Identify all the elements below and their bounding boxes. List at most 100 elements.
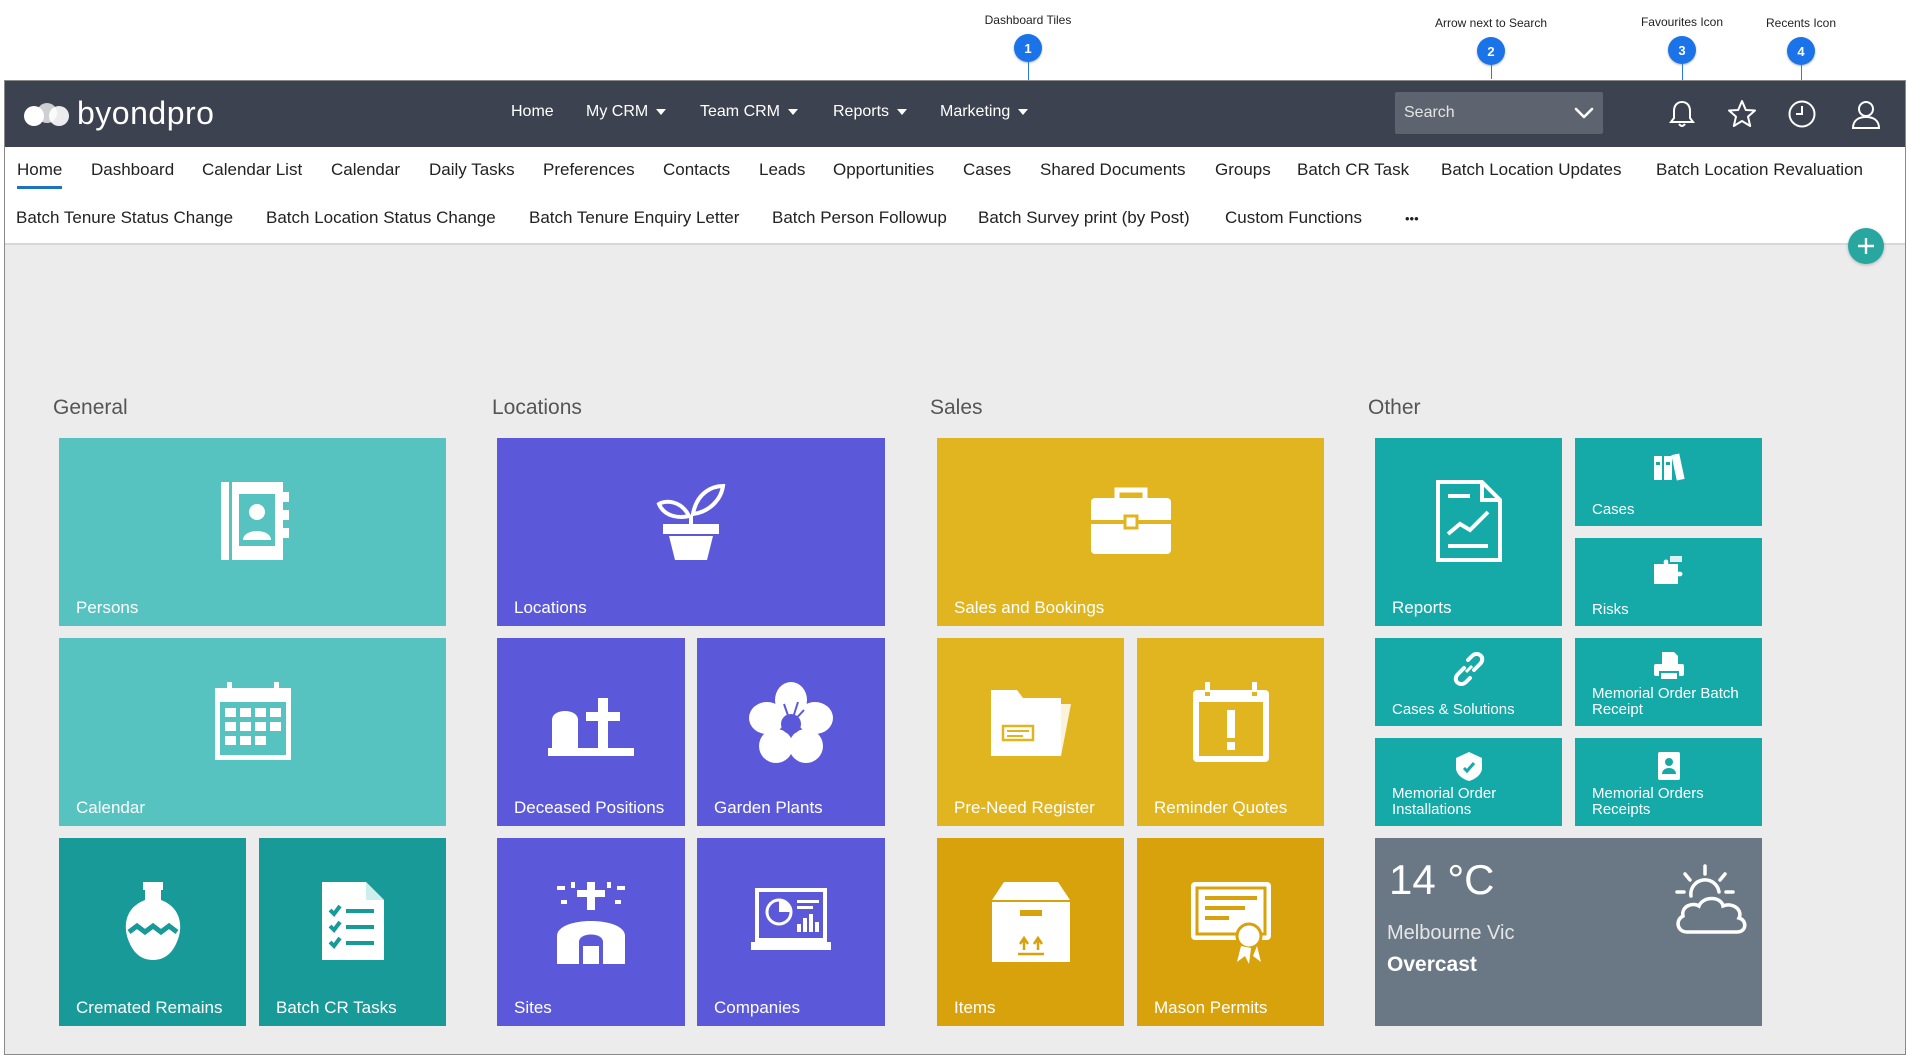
section-title-other: Other xyxy=(1368,396,1421,419)
tile-label: Memorial Order Installations xyxy=(1392,786,1496,818)
box-icon xyxy=(991,882,1070,962)
section-title-general: General xyxy=(53,396,128,419)
tile-memorial-order-installations[interactable]: Memorial Order Installations xyxy=(1375,738,1562,826)
callout-label-recents: Recents Icon xyxy=(1765,16,1837,30)
flower-icon xyxy=(749,682,833,763)
user-icon[interactable] xyxy=(1849,97,1883,131)
tab-batch-person-followup[interactable]: Batch Person Followup xyxy=(772,208,947,228)
callout-badge-4: 4 xyxy=(1787,37,1815,65)
tab-contacts[interactable]: Contacts xyxy=(663,160,730,180)
tile-label-line-2: Installations xyxy=(1392,801,1472,818)
tab-home[interactable]: Home xyxy=(17,160,63,189)
add-dashboard-button[interactable] xyxy=(1848,228,1884,264)
tile-label-line-1: Memorial Order Batch xyxy=(1592,685,1739,702)
tile-label: Cremated Remains xyxy=(76,998,223,1017)
tile-reports[interactable]: Reports xyxy=(1375,438,1562,626)
certificate-icon xyxy=(1190,882,1271,964)
brand-logo[interactable]: byondpro xyxy=(23,95,214,132)
tile-cases[interactable]: Cases xyxy=(1575,438,1762,526)
tab-calendar[interactable]: Calendar xyxy=(331,160,400,180)
tile-label: Items xyxy=(954,998,996,1017)
tile-memorial-orders-receipts[interactable]: Memorial Orders Receipts xyxy=(1575,738,1762,826)
screenshot-stage: Dashboard Tiles 1 Arrow next to Search 2… xyxy=(0,0,1908,1058)
clock-icon[interactable] xyxy=(1785,97,1819,131)
nav-reports[interactable]: Reports xyxy=(833,103,908,121)
section-title-locations: Locations xyxy=(492,396,582,419)
tile-cases-solutions[interactable]: Cases & Solutions xyxy=(1375,638,1562,726)
tile-label: Memorial Orders Receipts xyxy=(1592,786,1704,818)
top-navbar: byondpro Home My CRM Team CRM Reports Ma… xyxy=(5,81,1905,147)
tab-shared-documents[interactable]: Shared Documents xyxy=(1040,160,1186,180)
tab-groups[interactable]: Groups xyxy=(1215,160,1271,180)
nav-team-crm[interactable]: Team CRM xyxy=(700,103,799,121)
tile-batch-cr-tasks[interactable]: Batch CR Tasks xyxy=(259,838,446,1026)
tile-label-line-2: Receipts xyxy=(1592,801,1651,818)
caret-down-icon xyxy=(897,109,908,115)
logo-bubbles-icon xyxy=(24,102,69,126)
tab-batch-survey-print[interactable]: Batch Survey print (by Post) xyxy=(978,208,1190,228)
tile-label: Memorial Order Batch Receipt xyxy=(1592,686,1739,718)
nav-my-crm[interactable]: My CRM xyxy=(586,103,667,121)
tile-cremated-remains[interactable]: Cremated Remains xyxy=(59,838,246,1026)
tile-locations[interactable]: Locations xyxy=(497,438,885,626)
tile-sales-and-bookings[interactable]: Sales and Bookings xyxy=(937,438,1324,626)
folder-icon xyxy=(990,690,1071,756)
nav-home[interactable]: Home xyxy=(511,103,554,121)
tile-companies[interactable]: Companies xyxy=(697,838,885,1026)
tile-label: Persons xyxy=(76,598,139,617)
tile-risks[interactable]: Risks xyxy=(1575,538,1762,626)
tab-cases[interactable]: Cases xyxy=(963,160,1011,180)
search-dropdown-arrow-icon[interactable] xyxy=(1573,102,1595,124)
tile-garden-plants[interactable]: Garden Plants xyxy=(697,638,885,826)
star-icon[interactable] xyxy=(1725,97,1759,131)
tab-batch-location-revaluation[interactable]: Batch Location Revaluation xyxy=(1656,160,1863,180)
tab-bar-row-2: Batch Tenure Status Change Batch Locatio… xyxy=(5,195,1905,245)
tile-persons[interactable]: Persons xyxy=(59,438,446,626)
plant-pot-icon xyxy=(656,483,726,560)
gravestone-icon xyxy=(548,698,634,756)
tab-batch-tenure-status-change[interactable]: Batch Tenure Status Change xyxy=(16,208,233,228)
caret-down-icon xyxy=(1018,109,1029,115)
tab-leads[interactable]: Leads xyxy=(759,160,805,180)
tab-custom-functions[interactable]: Custom Functions xyxy=(1225,208,1362,228)
tab-dashboard[interactable]: Dashboard xyxy=(91,160,174,180)
nav-reports-label: Reports xyxy=(833,103,890,120)
tile-memorial-order-batch-receipt[interactable]: Memorial Order Batch Receipt xyxy=(1575,638,1762,726)
tile-mason-permits[interactable]: Mason Permits xyxy=(1137,838,1324,1026)
weather-location: Melbourne Vic xyxy=(1387,922,1515,944)
shield-badge-icon xyxy=(1455,752,1482,781)
tile-pre-need-register[interactable]: Pre-Need Register xyxy=(937,638,1124,826)
tile-calendar[interactable]: Calendar xyxy=(59,638,446,826)
briefcase-icon xyxy=(1090,487,1171,554)
tab-calendar-list[interactable]: Calendar List xyxy=(202,160,302,180)
tile-label: Sales and Bookings xyxy=(954,598,1105,617)
search-input[interactable] xyxy=(1395,104,1565,122)
caret-down-icon xyxy=(788,109,799,115)
tab-opportunities[interactable]: Opportunities xyxy=(833,160,934,180)
nav-home-label: Home xyxy=(511,103,554,120)
tab-batch-tenure-enquiry-letter[interactable]: Batch Tenure Enquiry Letter xyxy=(529,208,739,228)
tab-batch-cr-task[interactable]: Batch CR Task xyxy=(1297,160,1409,180)
tile-items[interactable]: Items xyxy=(937,838,1124,1026)
tab-batch-location-status-change[interactable]: Batch Location Status Change xyxy=(266,208,496,228)
weather-widget: 14 °C Melbourne Vic Overcast xyxy=(1375,838,1762,1026)
more-tabs-ellipsis-icon[interactable]: ••• xyxy=(1405,211,1419,226)
tile-label-line-1: Memorial Orders xyxy=(1592,785,1704,802)
tile-reminder-quotes[interactable]: Reminder Quotes xyxy=(1137,638,1324,826)
weather-condition: Overcast xyxy=(1387,953,1477,976)
printer-icon xyxy=(1653,652,1684,681)
tile-deceased-positions[interactable]: Deceased Positions xyxy=(497,638,685,826)
tile-sites[interactable]: Sites xyxy=(497,838,685,1026)
caret-down-icon xyxy=(656,109,667,115)
callout-badge-2: 2 xyxy=(1477,37,1505,65)
callout-label-dashboard-tiles: Dashboard Tiles xyxy=(984,13,1072,27)
callout-label-arrow-search: Arrow next to Search xyxy=(1434,16,1548,30)
tab-preferences[interactable]: Preferences xyxy=(543,160,635,180)
report-chart-icon xyxy=(1435,480,1502,562)
callout-badge-3: 3 xyxy=(1668,36,1696,64)
bell-icon[interactable] xyxy=(1665,97,1699,131)
tab-daily-tasks[interactable]: Daily Tasks xyxy=(429,160,515,180)
tab-batch-location-updates[interactable]: Batch Location Updates xyxy=(1441,160,1622,180)
nav-marketing[interactable]: Marketing xyxy=(940,103,1029,121)
tile-label: Cases & Solutions xyxy=(1392,701,1515,718)
